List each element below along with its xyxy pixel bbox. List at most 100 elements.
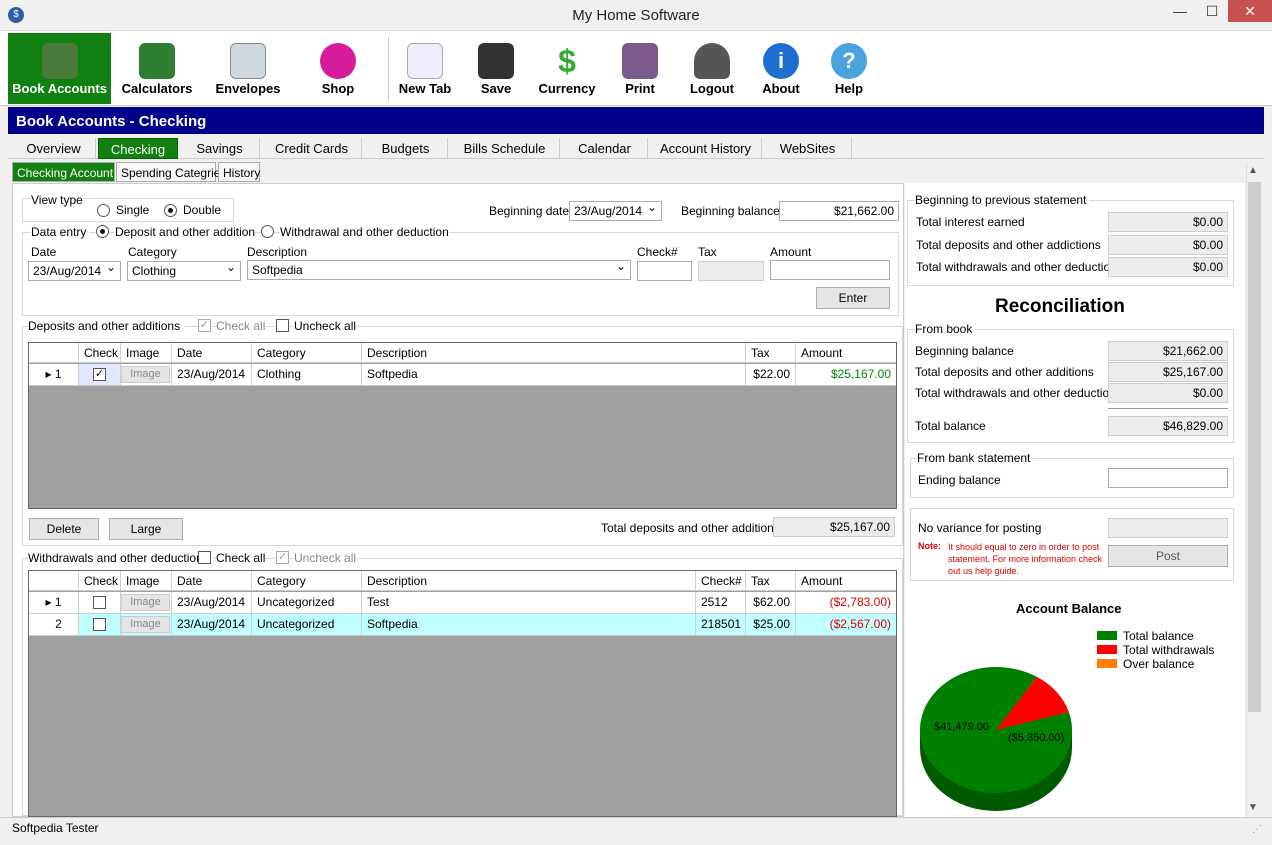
description-input[interactable]: Softpedia (247, 260, 631, 280)
beginning-date-picker[interactable]: 23/Aug/2014 (569, 201, 662, 221)
col-category[interactable]: Category (252, 571, 362, 590)
row-date[interactable]: 23/Aug/2014 (172, 614, 252, 635)
row-amount[interactable]: ($2,783.00) (796, 592, 896, 613)
date-picker[interactable]: 23/Aug/2014 (28, 261, 121, 281)
row-description[interactable]: Test (362, 592, 696, 613)
single-radio[interactable] (97, 204, 110, 217)
tab-account-history[interactable]: Account History (650, 138, 762, 159)
post-button[interactable]: Post (1108, 545, 1228, 567)
row-tax[interactable]: $25.00 (746, 614, 796, 635)
row-category[interactable]: Clothing (252, 364, 362, 385)
row-image-button[interactable]: Image (121, 616, 170, 633)
col-check[interactable]: Check (79, 571, 121, 590)
currency-button[interactable]: $ Currency (532, 33, 602, 104)
col-amount[interactable]: Amount (796, 571, 896, 590)
account-balance-pie: $41,479.00 ($5,350.00) (920, 667, 1072, 811)
subtab-spending-categories[interactable]: Spending Categries (116, 162, 226, 182)
new-tab-button[interactable]: New Tab (392, 33, 458, 104)
row-checkbox[interactable]: ✓ (93, 368, 106, 381)
col-check-number[interactable]: Check# (696, 571, 746, 590)
row-date[interactable]: 23/Aug/2014 (172, 364, 252, 385)
delete-button[interactable]: Delete (29, 518, 99, 540)
col-tax[interactable]: Tax (746, 343, 796, 362)
col-image[interactable]: Image (121, 343, 172, 362)
book-accounts-button[interactable]: Book Accounts (8, 33, 111, 104)
row-category[interactable]: Uncategorized (252, 614, 362, 635)
row-description[interactable]: Softpedia (362, 614, 696, 635)
amount-input[interactable] (770, 260, 890, 280)
resize-grip-icon[interactable]: ⋰ (1252, 824, 1262, 835)
row-check-cell[interactable] (79, 614, 121, 635)
table-row[interactable]: ▸ 1 ✓ Image 23/Aug/2014 Clothing Softped… (29, 364, 896, 386)
new-tab-icon (407, 43, 443, 79)
tab-checking[interactable]: Checking (98, 138, 178, 159)
subtab-checking-account[interactable]: Checking Account (12, 162, 115, 182)
tab-calendar[interactable]: Calendar (562, 138, 648, 159)
scroll-up-icon[interactable]: ▲ (1248, 165, 1258, 176)
withdrawals-check-all-checkbox[interactable] (198, 551, 211, 564)
logout-label: Logout (689, 81, 735, 96)
row-check-number[interactable]: 2512 (696, 592, 746, 613)
table-row[interactable]: 2 Image 23/Aug/2014 Uncategorized Softpe… (29, 614, 896, 636)
tab-credit-cards[interactable]: Credit Cards (262, 138, 362, 159)
enter-button[interactable]: Enter (816, 287, 890, 309)
row-tax[interactable]: $22.00 (746, 364, 796, 385)
check-number-input[interactable] (637, 261, 692, 281)
table-row[interactable]: ▸ 1 Image 23/Aug/2014 Uncategorized Test… (29, 592, 896, 614)
row-image-button[interactable]: Image (121, 366, 170, 383)
subtab-history[interactable]: History (218, 162, 260, 182)
from-book-title: From book (915, 322, 976, 336)
tab-budgets[interactable]: Budgets (364, 138, 448, 159)
beginning-balance-field[interactable]: $21,662.00 (779, 201, 899, 221)
large-button[interactable]: Large (109, 518, 183, 540)
col-description[interactable]: Description (362, 343, 746, 362)
tab-bills-schedule[interactable]: Bills Schedule (450, 138, 560, 159)
save-button[interactable]: Save (470, 33, 522, 104)
withdrawal-radio[interactable] (261, 225, 274, 238)
withdrawals-uncheck-all-checkbox[interactable]: ✓ (276, 551, 289, 564)
scroll-down-icon[interactable]: ▼ (1248, 802, 1258, 813)
row-tax[interactable]: $62.00 (746, 592, 796, 613)
row-amount[interactable]: $25,167.00 (796, 364, 896, 385)
col-image[interactable]: Image (121, 571, 172, 590)
row-description[interactable]: Softpedia (362, 364, 746, 385)
close-icon[interactable]: ✕ (1228, 0, 1272, 22)
col-amount[interactable]: Amount (796, 343, 896, 362)
logout-button[interactable]: Logout (684, 33, 740, 104)
col-tax[interactable]: Tax (746, 571, 796, 590)
deposits-check-all-checkbox[interactable]: ✓ (198, 319, 211, 332)
row-check-cell[interactable]: ✓ (79, 364, 121, 385)
row-check-cell[interactable] (79, 592, 121, 613)
double-radio[interactable] (164, 204, 177, 217)
category-select[interactable]: Clothing (127, 261, 241, 281)
calculators-button[interactable]: Calculators (115, 33, 199, 104)
view-type-label: View type (31, 193, 83, 207)
deposits-uncheck-all-checkbox[interactable] (276, 319, 289, 332)
col-date[interactable]: Date (172, 571, 252, 590)
col-check[interactable]: Check (79, 343, 121, 362)
col-date[interactable]: Date (172, 343, 252, 362)
tab-websites[interactable]: WebSites (764, 138, 852, 159)
row-check-number[interactable]: 218501 (696, 614, 746, 635)
deposit-radio[interactable] (96, 225, 109, 238)
row-checkbox[interactable] (93, 618, 106, 631)
tab-overview[interactable]: Overview (12, 138, 96, 159)
ending-balance-input[interactable] (1108, 468, 1228, 488)
scrollbar-thumb[interactable] (1248, 182, 1261, 712)
help-button[interactable]: ? Help (826, 33, 872, 104)
row-image-button[interactable]: Image (121, 594, 170, 611)
status-user: Softpedia Tester (12, 821, 99, 835)
row-amount[interactable]: ($2,567.00) (796, 614, 896, 635)
col-description[interactable]: Description (362, 571, 696, 590)
minimize-icon[interactable]: — (1164, 0, 1196, 22)
maximize-icon[interactable]: ☐ (1196, 0, 1228, 22)
shop-button[interactable]: Shop (308, 33, 368, 104)
row-checkbox[interactable] (93, 596, 106, 609)
row-date[interactable]: 23/Aug/2014 (172, 592, 252, 613)
envelopes-button[interactable]: Envelopes (208, 33, 288, 104)
col-category[interactable]: Category (252, 343, 362, 362)
tab-savings[interactable]: Savings (180, 138, 260, 159)
about-button[interactable]: i About (756, 33, 806, 104)
row-category[interactable]: Uncategorized (252, 592, 362, 613)
print-button[interactable]: Print (608, 33, 672, 104)
